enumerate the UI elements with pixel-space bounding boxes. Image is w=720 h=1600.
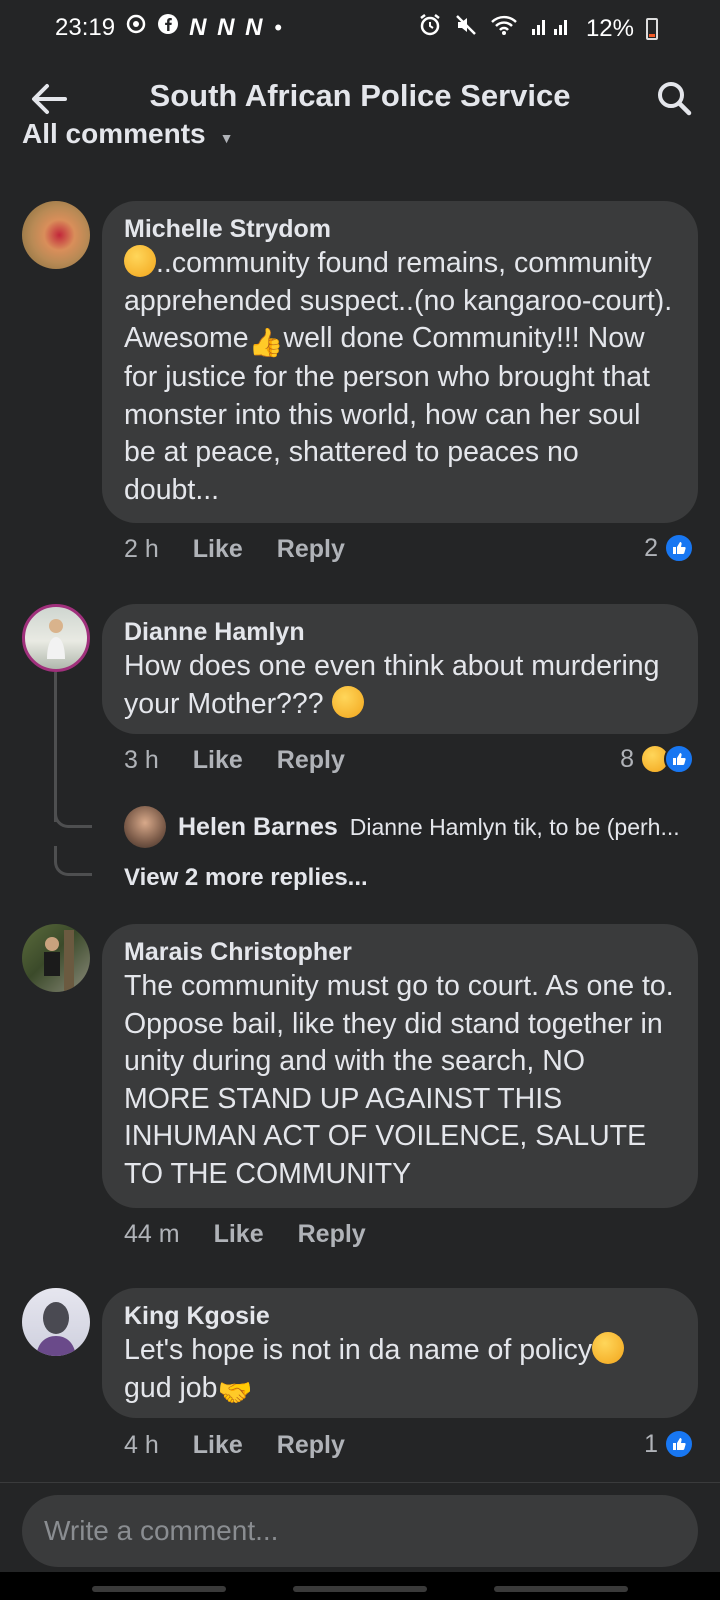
view-more-replies-link[interactable]: View 2 more replies...: [124, 864, 368, 892]
comment-bubble[interactable]: King Kgosie Let's hope is not in da name…: [102, 1288, 698, 1418]
search-icon: [658, 82, 692, 116]
avatar[interactable]: [22, 201, 90, 269]
nav-recents-button[interactable]: [92, 1586, 226, 1592]
comment-input[interactable]: [22, 1495, 698, 1567]
like-reaction-icon: [664, 533, 694, 563]
reply-button[interactable]: Reply: [298, 1220, 366, 1249]
system-nav-bar: [0, 1572, 720, 1600]
chevron-down-icon: ▼: [219, 130, 234, 144]
dot-icon: •: [274, 14, 283, 40]
comment-author[interactable]: Marais Christopher: [124, 936, 676, 968]
comment-bubble[interactable]: Dianne Hamlyn How does one even think ab…: [102, 604, 698, 734]
comment-author[interactable]: Michelle Strydom: [124, 213, 676, 245]
sync-icon: [125, 13, 147, 42]
thumbs-up-emoji-icon: 👍: [248, 327, 284, 358]
comment-actions: 4 h Like Reply: [124, 1431, 345, 1460]
person-icon: [44, 930, 74, 992]
sort-label: All comments: [22, 118, 206, 144]
reply-author[interactable]: Helen Barnes: [178, 813, 338, 842]
reaction-count: 1: [644, 1429, 658, 1458]
comment-actions: 2 h Like Reply: [124, 535, 345, 564]
comment-actions: 3 h Like Reply: [124, 746, 345, 775]
reaction-count: 2: [644, 533, 658, 562]
nav-home-button[interactable]: [293, 1586, 427, 1592]
avatar[interactable]: [22, 924, 90, 992]
status-left: 23:19 N N N •: [55, 13, 282, 42]
facebook-icon: [157, 13, 179, 42]
reply-button[interactable]: Reply: [277, 535, 345, 564]
reaction-summary[interactable]: 1: [644, 1429, 694, 1459]
like-reaction-icon: [664, 1429, 694, 1459]
thread-branch: [54, 790, 92, 828]
avatar[interactable]: [124, 806, 166, 848]
like-button[interactable]: Like: [193, 535, 243, 564]
like-button[interactable]: Like: [193, 746, 243, 775]
comment-author[interactable]: Dianne Hamlyn: [124, 616, 676, 648]
search-button[interactable]: [650, 74, 698, 122]
like-button[interactable]: Like: [214, 1220, 264, 1249]
comment-bubble[interactable]: Michelle Strydom ..community found remai…: [102, 201, 698, 523]
handshake-emoji-icon: 🤝: [217, 1376, 253, 1408]
comment-text: ..community found remains, community app…: [124, 245, 673, 506]
reply-button[interactable]: Reply: [277, 746, 345, 775]
page-title: South African Police Service: [149, 78, 571, 113]
thread-branch: [54, 846, 92, 876]
reaction-summary[interactable]: 2: [644, 533, 694, 563]
alarm-icon: [418, 13, 442, 44]
person-icon: [47, 619, 65, 659]
battery-percent: 12%: [585, 14, 634, 42]
comment-text: How does one even think about murdering …: [124, 650, 660, 720]
reply-preview[interactable]: Helen Barnes Dianne Hamlyn tik, to be (p…: [124, 806, 700, 848]
thinking-emoji-icon: [124, 245, 156, 277]
reaction-count: 8: [620, 744, 634, 773]
comment-actions: 44 m Like Reply: [124, 1220, 366, 1249]
comment-author[interactable]: King Kgosie: [124, 1300, 676, 1332]
comment-sort-dropdown[interactable]: All comments ▼: [22, 114, 233, 144]
reaction-summary[interactable]: 8: [620, 744, 694, 774]
like-reaction-icon: [664, 744, 694, 774]
comment-text: Let's hope is not in da name of policy g…: [124, 1332, 676, 1409]
reply-text: Dianne Hamlyn tik, to be (perh...: [349, 813, 680, 840]
avatar[interactable]: [22, 604, 90, 672]
nav-back-button[interactable]: [494, 1586, 628, 1592]
person-icon: [36, 1302, 76, 1356]
wifi-icon: [490, 13, 518, 44]
comment-time[interactable]: 2 h: [124, 535, 159, 564]
comment-time[interactable]: 3 h: [124, 746, 159, 775]
avatar[interactable]: [22, 1288, 90, 1356]
comment-time[interactable]: 44 m: [124, 1220, 180, 1249]
battery-icon: [646, 17, 658, 40]
comment-bubble[interactable]: Marais Christopher The community must go…: [102, 924, 698, 1208]
sad-emoji-icon: [592, 1332, 625, 1364]
signal-icon: [530, 13, 574, 44]
comment-time[interactable]: 4 h: [124, 1431, 159, 1460]
notification-icons: N N N: [189, 13, 265, 41]
mute-icon: [454, 13, 478, 44]
crying-emoji-icon: [331, 685, 364, 718]
status-time: 23:19: [55, 13, 116, 41]
comment-text: The community must go to court. As one t…: [124, 970, 674, 1190]
reply-button[interactable]: Reply: [277, 1431, 345, 1460]
status-right: 12%: [418, 13, 658, 44]
like-button[interactable]: Like: [193, 1431, 243, 1460]
status-bar: 23:19 N N N • 12%: [0, 0, 720, 56]
